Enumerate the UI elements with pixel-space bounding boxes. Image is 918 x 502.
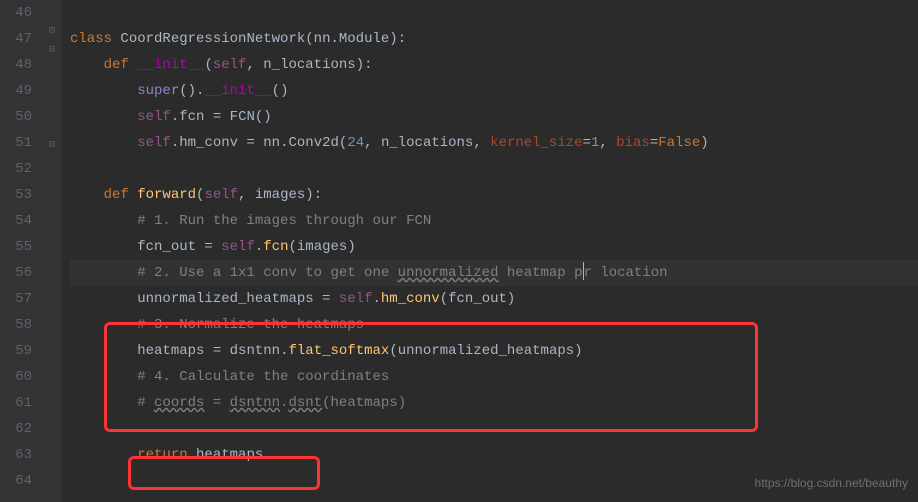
line-number: 56 bbox=[0, 260, 32, 286]
code-line[interactable] bbox=[70, 416, 918, 442]
code-line[interactable] bbox=[70, 156, 918, 182]
line-number: 62 bbox=[0, 416, 32, 442]
code-line[interactable]: return heatmaps bbox=[70, 442, 918, 468]
code-line[interactable]: unnormalized_heatmaps = self.hm_conv(fcn… bbox=[70, 286, 918, 312]
line-number-gutter: 46 47 48 49 50 51 52 53 54 55 56 57 58 5… bbox=[0, 0, 42, 502]
fold-column: ⊟ ⊟ ⊟ bbox=[42, 0, 62, 502]
code-line[interactable]: self.hm_conv = nn.Conv2d(24, n_locations… bbox=[70, 130, 918, 156]
code-line-current[interactable]: # 2. Use a 1x1 conv to get one unnormali… bbox=[70, 260, 918, 286]
code-line[interactable]: self.fcn = FCN() bbox=[70, 104, 918, 130]
fold-down-icon[interactable]: ⊟ bbox=[46, 140, 58, 152]
code-line[interactable]: # 1. Run the images through our FCN bbox=[70, 208, 918, 234]
code-line[interactable] bbox=[70, 0, 918, 26]
code-line[interactable]: class CoordRegressionNetwork(nn.Module): bbox=[70, 26, 918, 52]
line-number: 55 bbox=[0, 234, 32, 260]
line-number: 46 bbox=[0, 0, 32, 26]
line-number: 61 bbox=[0, 390, 32, 416]
code-line[interactable]: def forward(self, images): bbox=[70, 182, 918, 208]
line-number: 63 bbox=[0, 442, 32, 468]
code-content[interactable]: class CoordRegressionNetwork(nn.Module):… bbox=[62, 0, 918, 502]
line-number: 52 bbox=[0, 156, 32, 182]
line-number: 58 bbox=[0, 312, 32, 338]
line-number: 49 bbox=[0, 78, 32, 104]
text-cursor bbox=[583, 262, 584, 280]
line-number: 47 bbox=[0, 26, 32, 52]
line-number: 57 bbox=[0, 286, 32, 312]
line-number: 50 bbox=[0, 104, 32, 130]
code-line[interactable]: heatmaps = dsntnn.flat_softmax(unnormali… bbox=[70, 338, 918, 364]
line-number: 53 bbox=[0, 182, 32, 208]
code-line[interactable]: super().__init__() bbox=[70, 78, 918, 104]
fold-down-icon[interactable]: ⊟ bbox=[46, 45, 58, 57]
code-line[interactable]: # 4. Calculate the coordinates bbox=[70, 364, 918, 390]
line-number: 54 bbox=[0, 208, 32, 234]
code-line[interactable]: def __init__(self, n_locations): bbox=[70, 52, 918, 78]
line-number: 60 bbox=[0, 364, 32, 390]
line-number: 51 bbox=[0, 130, 32, 156]
code-editor[interactable]: 46 47 48 49 50 51 52 53 54 55 56 57 58 5… bbox=[0, 0, 918, 502]
code-line[interactable]: # 3. Normalize the heatmaps bbox=[70, 312, 918, 338]
code-line[interactable]: fcn_out = self.fcn(images) bbox=[70, 234, 918, 260]
line-number: 64 bbox=[0, 468, 32, 494]
line-number: 59 bbox=[0, 338, 32, 364]
fold-down-icon[interactable] bbox=[46, 7, 58, 19]
code-line[interactable]: # coords = dsntnn.dsnt(heatmaps) bbox=[70, 390, 918, 416]
watermark: https://blog.csdn.net/beauthy bbox=[755, 470, 908, 496]
fold-down-icon[interactable]: ⊟ bbox=[46, 26, 58, 38]
line-number: 48 bbox=[0, 52, 32, 78]
